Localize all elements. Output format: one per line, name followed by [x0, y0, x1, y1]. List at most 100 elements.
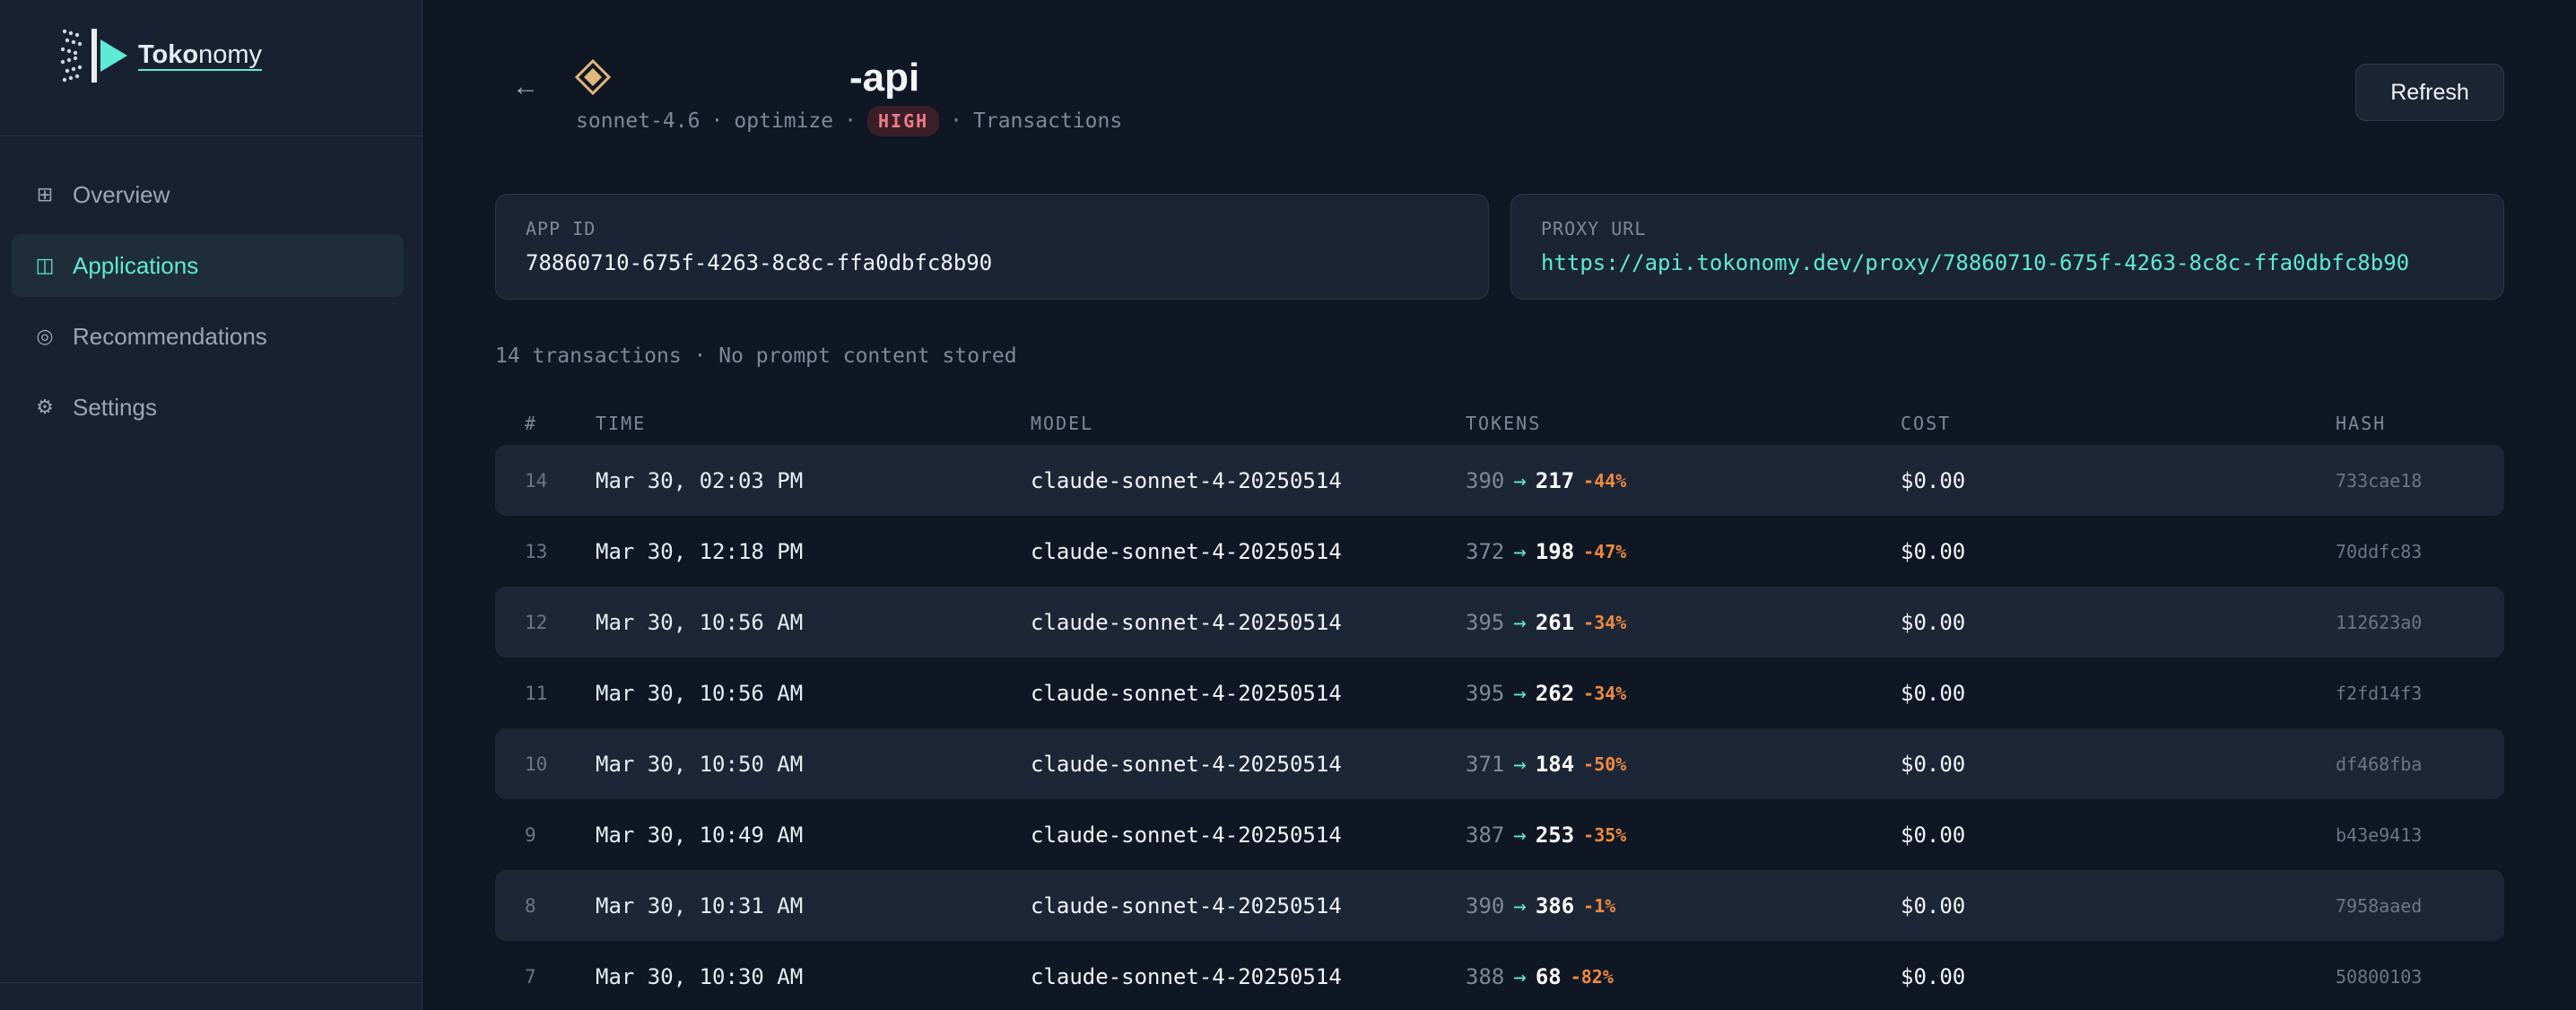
arrow-right-icon: → — [1513, 538, 1527, 564]
app-diamond-icon — [575, 59, 611, 95]
arrow-right-icon: → — [1513, 467, 1527, 493]
sidebar-divider — [0, 135, 422, 136]
mode-name: optimize — [734, 109, 834, 133]
grid-icon: ⊞ — [36, 183, 54, 205]
table-row[interactable]: 12 Mar 30, 10:56 AM claude-sonnet-4-2025… — [495, 587, 2504, 657]
tokonomy-logo-icon — [60, 29, 127, 83]
sidebar-item-applications[interactable]: ◫ Applications — [12, 234, 404, 297]
tokens-savings: -82% — [1570, 965, 1614, 988]
app-id-value[interactable]: 78860710-675f-4263-8c8c-ffa0dbfc8b90 — [526, 250, 1458, 275]
tokens-out: 253 — [1535, 822, 1575, 848]
cell-model: claude-sonnet-4-20250514 — [1031, 538, 1342, 564]
tokens-savings: -44% — [1583, 469, 1627, 492]
table-row[interactable]: 8 Mar 30, 10:31 AM claude-sonnet-4-20250… — [495, 870, 2504, 941]
section-name: Transactions — [973, 109, 1123, 133]
cell-hash: 112623a0 — [2336, 611, 2423, 633]
tokens-savings: -35% — [1583, 823, 1627, 846]
cell-number: 7 — [525, 965, 536, 988]
table-row[interactable]: 14 Mar 30, 02:03 PM claude-sonnet-4-2025… — [495, 445, 2504, 516]
cell-tokens: 387 → 253 -35% — [1466, 823, 1901, 848]
app-window-icon: ◫ — [35, 254, 55, 276]
cell-tokens: 395 → 262 -34% — [1466, 681, 1901, 706]
cell-time: Mar 30, 10:49 AM — [596, 822, 804, 848]
table-row[interactable]: 13 Mar 30, 12:18 PM claude-sonnet-4-2025… — [495, 516, 2504, 587]
cell-hash: 7958aaed — [2336, 894, 2423, 917]
cell-tokens: 390 → 386 -1% — [1466, 893, 1901, 919]
cell-number: 12 — [525, 611, 548, 633]
cell-hash: 70ddfc83 — [2336, 540, 2423, 562]
separator: · — [844, 109, 857, 133]
cell-hash: df468fba — [2336, 753, 2423, 775]
cell-model: claude-sonnet-4-20250514 — [1031, 822, 1342, 848]
cell-number: 13 — [525, 540, 548, 562]
cell-time: Mar 30, 12:18 PM — [596, 538, 804, 564]
sidebar-bottom-divider — [0, 982, 422, 983]
page-title: -api — [849, 56, 920, 100]
sidebar-item-settings[interactable]: ⚙ Settings — [12, 376, 404, 439]
table-header: # TIME MODEL TOKENS COST HASH — [495, 402, 2504, 445]
cell-model: claude-sonnet-4-20250514 — [1031, 963, 1342, 989]
table-body: 14 Mar 30, 02:03 PM claude-sonnet-4-2025… — [495, 445, 2504, 1010]
table-row[interactable]: 11 Mar 30, 10:56 AM claude-sonnet-4-2025… — [495, 657, 2504, 728]
sidebar: Tokonomy ⊞ Overview ◫ Applications ◎ Rec… — [0, 0, 422, 1010]
table-row[interactable]: 10 Mar 30, 10:50 AM claude-sonnet-4-2025… — [495, 728, 2504, 799]
sidebar-item-label: Applications — [73, 251, 199, 279]
sidebar-nav: ⊞ Overview ◫ Applications ◎ Recommendati… — [12, 163, 404, 447]
logo[interactable]: Tokonomy — [59, 25, 263, 88]
tokens-savings: -1% — [1583, 894, 1616, 917]
cell-time: Mar 30, 10:50 AM — [596, 751, 804, 777]
cell-time: Mar 30, 10:30 AM — [596, 963, 804, 989]
sidebar-item-overview[interactable]: ⊞ Overview — [12, 163, 404, 226]
proxy-url-label: PROXY URL — [1541, 218, 1647, 239]
back-arrow-icon[interactable]: ← — [512, 72, 539, 102]
arrow-right-icon: → — [1513, 822, 1527, 848]
cell-time: Mar 30, 10:31 AM — [596, 892, 804, 919]
table-row[interactable]: 9 Mar 30, 10:49 AM claude-sonnet-4-20250… — [495, 799, 2504, 870]
tokens-out: 217 — [1535, 467, 1575, 493]
column-header-tokens: TOKENS — [1466, 413, 1542, 434]
main-content: ← -api sonnet-4.6 · optimize · HIGH · Tr… — [422, 0, 2576, 1010]
tokens-in: 390 — [1466, 467, 1505, 493]
cell-hash: b43e9413 — [2336, 823, 2423, 846]
tokens-out: 262 — [1535, 680, 1575, 706]
cell-hash: 50800103 — [2336, 965, 2423, 988]
cell-cost: $0.00 — [1901, 822, 1966, 848]
cell-number: 10 — [525, 753, 548, 775]
cell-tokens: 390 → 217 -44% — [1466, 468, 1901, 493]
brand-name: Tokonomy — [138, 40, 263, 71]
separator: · — [950, 109, 963, 133]
transactions-summary: 14 transactions · No prompt content stor… — [495, 344, 1017, 368]
arrow-right-icon: → — [1513, 680, 1527, 706]
cell-time: Mar 30, 10:56 AM — [596, 680, 804, 706]
tokens-in: 390 — [1466, 892, 1505, 919]
app-subtitle: sonnet-4.6 · optimize · HIGH · Transacti… — [576, 106, 1122, 136]
cell-tokens: 388 → 68 -82% — [1466, 964, 1901, 989]
sidebar-item-label: Recommendations — [73, 322, 267, 350]
gear-icon: ⚙ — [36, 396, 54, 418]
cell-cost: $0.00 — [1901, 680, 1966, 706]
tokens-in: 371 — [1466, 751, 1505, 777]
cell-tokens: 372 → 198 -47% — [1466, 539, 1901, 564]
cell-time: Mar 30, 02:03 PM — [596, 467, 804, 493]
cell-cost: $0.00 — [1901, 892, 1966, 919]
sidebar-item-recommendations[interactable]: ◎ Recommendations — [12, 305, 404, 368]
refresh-button[interactable]: Refresh — [2355, 64, 2504, 121]
cell-model: claude-sonnet-4-20250514 — [1031, 680, 1342, 706]
tokens-out: 261 — [1535, 609, 1575, 635]
tokens-in: 387 — [1466, 822, 1505, 848]
cell-cost: $0.00 — [1901, 609, 1966, 635]
table-row[interactable]: 7 Mar 30, 10:30 AM claude-sonnet-4-20250… — [495, 941, 2504, 1010]
column-header-cost: COST — [1901, 413, 1952, 434]
cell-model: claude-sonnet-4-20250514 — [1031, 751, 1342, 777]
tokens-savings: -50% — [1583, 753, 1627, 775]
proxy-url-card: PROXY URL https://api.tokonomy.dev/proxy… — [1510, 194, 2504, 300]
priority-badge: HIGH — [866, 106, 940, 136]
sidebar-item-label: Overview — [73, 180, 170, 208]
separator: · — [710, 109, 724, 133]
arrow-right-icon: → — [1513, 892, 1527, 919]
tokens-in: 395 — [1466, 680, 1505, 706]
proxy-url-value[interactable]: https://api.tokonomy.dev/proxy/78860710-… — [1541, 250, 2474, 275]
transactions-table: # TIME MODEL TOKENS COST HASH 14 Mar 30,… — [495, 402, 2504, 1010]
tokens-savings: -34% — [1583, 682, 1627, 704]
cell-tokens: 395 → 261 -34% — [1466, 610, 1901, 635]
